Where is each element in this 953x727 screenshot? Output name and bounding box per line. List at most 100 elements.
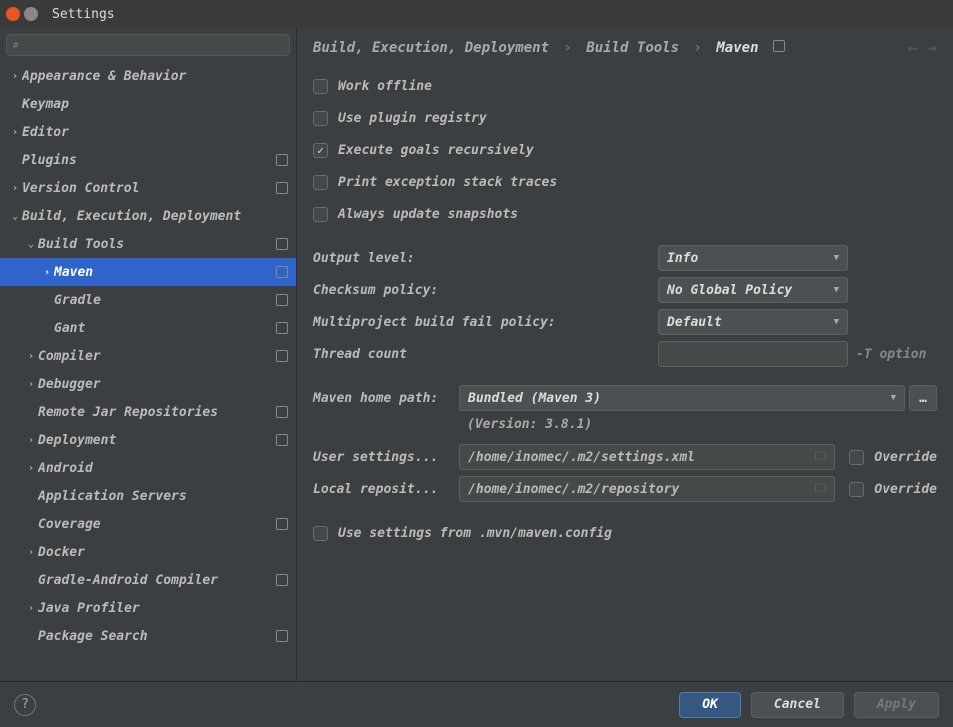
tree-label: Remote Jar Repositories — [38, 405, 276, 420]
breadcrumb-current: Maven — [716, 40, 758, 56]
mvn-config-label: Use settings from .mvn/maven.config — [338, 526, 612, 541]
chevron-down-icon: ▼ — [834, 317, 839, 327]
tree-item-version-control[interactable]: ›Version Control — [0, 174, 296, 202]
folder-icon[interactable]: 🗀 — [814, 447, 826, 468]
tree-arrow-icon: ⌄ — [24, 239, 38, 250]
tree-arrow-icon: › — [24, 547, 38, 558]
multi-fail-label: Multiproject build fail policy: — [313, 315, 658, 330]
thread-count-input[interactable] — [658, 341, 848, 367]
project-scope-icon — [276, 518, 288, 530]
user-settings-label: User settings... — [313, 450, 459, 465]
apply-button[interactable]: Apply — [854, 692, 939, 718]
thread-count-hint: -T option — [856, 347, 926, 362]
local-repo-override-label: Override — [874, 482, 937, 497]
breadcrumb-part[interactable]: Build Tools — [586, 40, 679, 56]
tree-label: Plugins — [22, 153, 276, 168]
ok-button[interactable]: OK — [679, 692, 741, 718]
tree-item-remote-jar-repositories[interactable]: Remote Jar Repositories — [0, 398, 296, 426]
local-repo-override-checkbox[interactable] — [849, 482, 864, 497]
tree-item-gant[interactable]: Gant — [0, 314, 296, 342]
tree-label: Build Tools — [38, 237, 276, 252]
window-minimize-icon[interactable] — [24, 7, 38, 21]
project-scope-icon — [276, 294, 288, 306]
exec-recursive-label: Execute goals recursively — [338, 143, 534, 158]
output-level-select[interactable]: Info▼ — [658, 245, 848, 271]
tree-item-deployment[interactable]: ›Deployment — [0, 426, 296, 454]
tree-label: Gradle-Android Compiler — [38, 573, 276, 588]
project-scope-icon — [276, 406, 288, 418]
tree-label: Build, Execution, Deployment — [22, 209, 288, 224]
tree-item-build-tools[interactable]: ⌄Build Tools — [0, 230, 296, 258]
folder-icon[interactable]: 🗀 — [814, 479, 826, 500]
print-stack-label: Print exception stack traces — [338, 175, 557, 190]
maven-home-browse-button[interactable]: … — [909, 385, 937, 411]
chevron-down-icon: ▼ — [834, 285, 839, 295]
project-scope-icon — [276, 266, 288, 278]
search-input[interactable] — [6, 34, 290, 56]
window-close-icon[interactable] — [6, 7, 20, 21]
local-repo-label: Local reposit... — [313, 482, 459, 497]
project-scope-icon — [276, 434, 288, 446]
cancel-button[interactable]: Cancel — [751, 692, 844, 718]
thread-count-label: Thread count — [313, 347, 658, 362]
print-stack-checkbox[interactable] — [313, 175, 328, 190]
tree-label: Debugger — [38, 377, 288, 392]
checksum-select[interactable]: No Global Policy▼ — [658, 277, 848, 303]
breadcrumb-separator-icon: › — [693, 40, 701, 56]
tree-item-compiler[interactable]: ›Compiler — [0, 342, 296, 370]
project-scope-icon — [276, 182, 288, 194]
tree-item-build-execution-deployment[interactable]: ⌄Build, Execution, Deployment — [0, 202, 296, 230]
user-settings-override-checkbox[interactable] — [849, 450, 864, 465]
exec-recursive-checkbox[interactable] — [313, 143, 328, 158]
tree-item-editor[interactable]: ›Editor — [0, 118, 296, 146]
user-settings-input[interactable]: /home/inomec/.m2/settings.xml🗀 — [459, 444, 835, 470]
tree-item-appearance-behavior[interactable]: ›Appearance & Behavior — [0, 62, 296, 90]
title-bar: Settings — [0, 0, 953, 28]
tree-item-keymap[interactable]: Keymap — [0, 90, 296, 118]
always-update-checkbox[interactable] — [313, 207, 328, 222]
tree-item-android[interactable]: ›Android — [0, 454, 296, 482]
tree-item-java-profiler[interactable]: ›Java Profiler — [0, 594, 296, 622]
tree-item-coverage[interactable]: Coverage — [0, 510, 296, 538]
tree-arrow-icon: › — [8, 71, 22, 82]
work-offline-checkbox[interactable] — [313, 79, 328, 94]
multi-fail-select[interactable]: Default▼ — [658, 309, 848, 335]
tree-item-docker[interactable]: ›Docker — [0, 538, 296, 566]
tree-label: Docker — [38, 545, 288, 560]
breadcrumb: Build, Execution, Deployment › Build Too… — [313, 40, 785, 56]
output-level-label: Output level: — [313, 251, 658, 266]
tree-label: Editor — [22, 125, 288, 140]
breadcrumb-part[interactable]: Build, Execution, Deployment — [313, 40, 549, 56]
tree-arrow-icon: ⌄ — [8, 211, 22, 222]
local-repo-input[interactable]: /home/inomec/.m2/repository🗀 — [459, 476, 835, 502]
tree-arrow-icon: › — [8, 183, 22, 194]
tree-item-gradle-android-compiler[interactable]: Gradle-Android Compiler — [0, 566, 296, 594]
plugin-registry-checkbox[interactable] — [313, 111, 328, 126]
mvn-config-checkbox[interactable] — [313, 526, 328, 541]
tree-item-plugins[interactable]: Plugins — [0, 146, 296, 174]
nav-forward-icon[interactable]: → — [927, 38, 937, 57]
dialog-footer: ? OK Cancel Apply — [0, 681, 953, 727]
tree-arrow-icon: › — [40, 267, 54, 278]
tree-arrow-icon: › — [24, 463, 38, 474]
work-offline-label: Work offline — [338, 79, 432, 94]
tree-label: Maven — [54, 265, 276, 280]
tree-label: Gradle — [54, 293, 276, 308]
help-button[interactable]: ? — [14, 694, 36, 716]
tree-item-package-search[interactable]: Package Search — [0, 622, 296, 650]
project-scope-icon — [773, 40, 785, 52]
tree-item-application-servers[interactable]: Application Servers — [0, 482, 296, 510]
tree-arrow-icon: › — [24, 379, 38, 390]
nav-back-icon[interactable]: ← — [908, 38, 918, 57]
project-scope-icon — [276, 154, 288, 166]
tree-item-maven[interactable]: ›Maven — [0, 258, 296, 286]
project-scope-icon — [276, 322, 288, 334]
tree-item-gradle[interactable]: Gradle — [0, 286, 296, 314]
settings-header: Build, Execution, Deployment › Build Too… — [297, 28, 953, 67]
maven-home-select[interactable]: Bundled (Maven 3)▼ — [459, 385, 905, 411]
search-container: ⌕ — [0, 28, 296, 62]
tree-item-debugger[interactable]: ›Debugger — [0, 370, 296, 398]
settings-main: Build, Execution, Deployment › Build Too… — [297, 28, 953, 681]
tree-label: Version Control — [22, 181, 276, 196]
tree-arrow-icon: › — [24, 435, 38, 446]
